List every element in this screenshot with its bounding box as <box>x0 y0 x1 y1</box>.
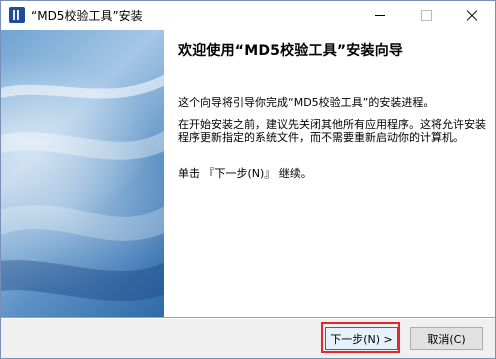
window-title: “MD5校验工具”安装 <box>31 9 143 23</box>
title-bar[interactable]: “MD5校验工具”安装 <box>1 1 495 30</box>
cancel-button[interactable]: 取消(C) <box>410 327 483 350</box>
page-title: 欢迎使用“MD5校验工具”安装向导 <box>178 43 404 59</box>
next-button-highlight-box <box>321 322 400 353</box>
maximize-button <box>403 1 449 30</box>
minimize-icon <box>375 15 385 16</box>
maximize-icon <box>420 10 432 21</box>
wizard-content: 欢迎使用“MD5校验工具”安装向导 这个向导将引导你完成“MD5校验工具”的安装… <box>164 30 495 317</box>
installer-icon <box>9 7 25 23</box>
continue-instruction: 单击 『下一步(N)』 继续。 <box>178 167 312 180</box>
footer-divider-highlight <box>1 318 495 319</box>
close-icon <box>467 11 477 21</box>
advice-text: 在开始安装之前，建议先关闭其他所有应用程序。这将允许安装程序更新指定的系统文件，… <box>178 118 486 144</box>
close-button[interactable] <box>449 1 495 30</box>
banner-swoosh-graphic <box>1 74 164 302</box>
intro-text: 这个向导将引导你完成“MD5校验工具”的安装进程。 <box>178 96 435 109</box>
installer-window: “MD5校验工具”安装 欢迎使用“MD5校验工具”安装向导 这个向导将引导你完成… <box>0 0 496 359</box>
minimize-button[interactable] <box>357 1 403 30</box>
wizard-banner-image <box>1 30 164 317</box>
